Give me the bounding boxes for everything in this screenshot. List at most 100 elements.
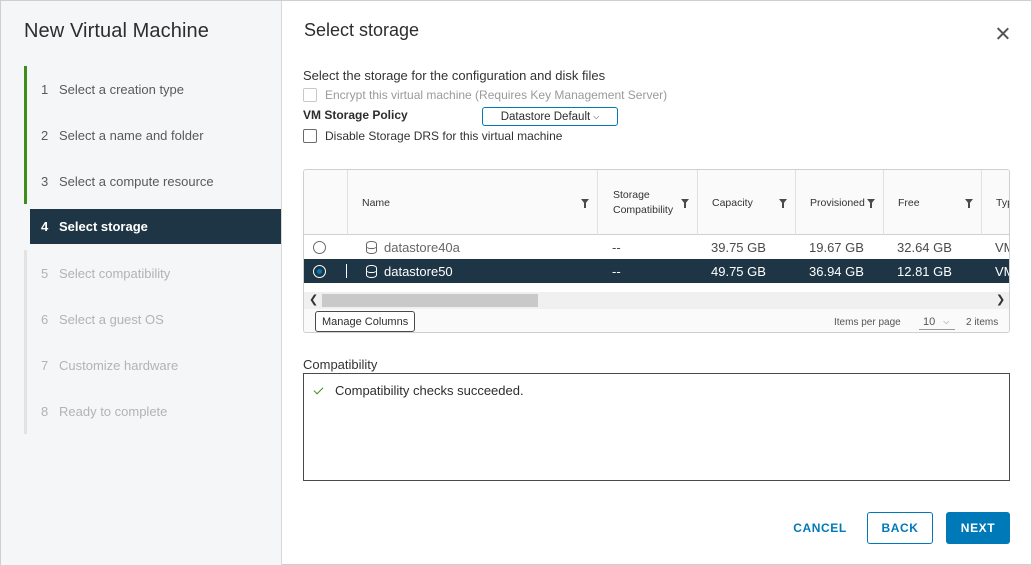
column-header-label: Capacity — [712, 196, 753, 209]
step-compatibility: 5 Select compatibility — [24, 250, 281, 296]
manage-columns-button[interactable]: Manage Columns — [315, 311, 416, 332]
table-header: Name Storage Compatibility Capacity Prov… — [304, 170, 1009, 235]
column-header-label: Name — [362, 196, 391, 209]
items-per-page-label: Items per page — [834, 317, 901, 328]
compatibility-message: Compatibility checks succeeded. — [313, 383, 524, 398]
compat-cell: -- — [612, 263, 621, 279]
column-header-label: Storage — [613, 188, 650, 201]
step-compute-resource[interactable]: 3 Select a compute resource — [24, 158, 281, 204]
datastore-icon — [366, 264, 377, 278]
step-creation-type[interactable]: 1 Select a creation type — [24, 66, 281, 112]
step-ready-to-complete: 8 Ready to complete — [24, 388, 281, 434]
encrypt-vm-checkbox — [303, 88, 317, 102]
cell-divider — [346, 264, 347, 278]
encrypt-vm-label: Encrypt this virtual machine (Requires K… — [325, 88, 668, 102]
row-radio-cell[interactable] — [313, 259, 326, 283]
step-number: 7 — [41, 357, 49, 373]
free-cell: 32.64 GB — [897, 239, 952, 255]
new-vm-dialog: New Virtual Machine 1 Select a creation … — [0, 0, 1032, 565]
column-header-provisioned[interactable]: Provisioned — [795, 170, 883, 235]
provisioned-cell: 36.94 GB — [809, 263, 864, 279]
filter-icon[interactable] — [867, 199, 875, 208]
table-row[interactable]: datastore40a -- 39.75 GB 19.67 GB 32.64 … — [304, 235, 1009, 259]
vm-storage-policy-label: VM Storage Policy — [303, 108, 408, 122]
filter-icon[interactable] — [681, 199, 689, 208]
step-label: Select a creation type — [59, 81, 185, 97]
column-header-name[interactable]: Name — [347, 170, 597, 235]
step-label: Select compatibility — [59, 265, 171, 281]
row-radio[interactable] — [313, 240, 326, 254]
column-header-label: Free — [898, 196, 920, 209]
datastore-name-cell: datastore50 — [366, 259, 453, 283]
step-number: 8 — [41, 403, 49, 419]
step-number: 1 — [41, 81, 49, 97]
scroll-left-icon[interactable]: ❮ — [309, 293, 318, 306]
column-header-free[interactable]: Free — [883, 170, 981, 235]
select-column-header — [304, 170, 347, 235]
items-per-page-value: 10 — [923, 315, 936, 328]
disable-drs-label: Disable Storage DRS for this virtual mac… — [325, 129, 563, 143]
step-name-folder[interactable]: 2 Select a name and folder — [24, 112, 281, 158]
item-count: 2 items — [966, 317, 999, 328]
filter-icon[interactable] — [965, 199, 973, 208]
disable-drs-option[interactable]: Disable Storage DRS for this virtual mac… — [303, 129, 562, 143]
filter-icon[interactable] — [581, 199, 589, 208]
step-label: Select a name and folder — [59, 127, 204, 143]
compatibility-box: Compatibility checks succeeded. — [303, 373, 1010, 481]
encrypt-vm-option: Encrypt this virtual machine (Requires K… — [303, 88, 667, 102]
row-radio-cell[interactable] — [313, 235, 326, 259]
step-customize-hardware: 7 Customize hardware — [24, 342, 281, 388]
column-header-label: Typ — [996, 196, 1009, 209]
next-button[interactable]: NEXT — [946, 512, 1010, 544]
table-row-selected[interactable]: datastore50 -- 49.75 GB 36.94 GB 12.81 G… — [304, 259, 1009, 283]
datastore-icon — [366, 240, 377, 254]
step-select-storage[interactable]: 4 Select storage — [30, 209, 281, 244]
vm-storage-policy-select[interactable]: Datastore Default ⌵ — [482, 107, 618, 126]
step-number: 5 — [41, 265, 49, 281]
step-number: 4 — [41, 219, 49, 234]
scrollbar-thumb[interactable] — [322, 294, 538, 307]
filter-icon[interactable] — [779, 199, 787, 208]
type-cell: VM — [995, 239, 1009, 255]
chevron-down-icon: ⌵ — [943, 316, 950, 326]
check-icon — [313, 384, 324, 394]
column-header-label: Compatibility — [613, 203, 674, 216]
datastore-name-cell: datastore40a — [366, 235, 460, 259]
scroll-right-icon[interactable]: ❯ — [996, 293, 1005, 306]
close-icon[interactable] — [994, 25, 1012, 43]
items-per-page-select[interactable]: 10 ⌵ — [919, 314, 955, 330]
capacity-cell: 49.75 GB — [711, 263, 766, 279]
table-footer: Manage Columns Items per page 10 ⌵ 2 ite… — [304, 309, 1009, 332]
policy-value: Datastore Default — [500, 110, 591, 123]
step-label: Select a compute resource — [59, 173, 214, 189]
provisioned-cell: 19.67 GB — [809, 239, 864, 255]
row-radio-selected[interactable] — [313, 264, 326, 278]
wizard-title: New Virtual Machine — [24, 20, 209, 42]
step-label: Customize hardware — [59, 357, 179, 373]
capacity-cell: 39.75 GB — [711, 239, 766, 255]
step-label: Select storage — [59, 219, 148, 234]
wizard-sidebar: New Virtual Machine 1 Select a creation … — [1, 1, 282, 565]
step-number: 3 — [41, 173, 49, 189]
step-label: Ready to complete — [59, 403, 168, 419]
cancel-button[interactable]: CANCEL — [784, 512, 856, 544]
back-button[interactable]: BACK — [867, 512, 933, 544]
disable-drs-checkbox[interactable] — [303, 129, 317, 143]
column-header-label: Provisioned — [810, 196, 865, 209]
datastore-table: Name Storage Compatibility Capacity Prov… — [303, 169, 1010, 333]
horizontal-scrollbar[interactable]: ❮ ❯ — [304, 292, 1009, 309]
step-number: 2 — [41, 127, 49, 143]
page-title: Select storage — [304, 20, 420, 40]
step-label: Select a guest OS — [59, 311, 164, 327]
compat-cell: -- — [612, 239, 621, 255]
wizard-steps: 1 Select a creation type 2 Select a name… — [24, 66, 281, 434]
type-cell: VM — [995, 263, 1009, 279]
step-guest-os: 6 Select a guest OS — [24, 296, 281, 342]
compatibility-message-text: Compatibility checks succeeded. — [335, 383, 524, 398]
step-number: 6 — [41, 311, 49, 327]
compatibility-label: Compatibility — [303, 357, 378, 372]
column-header-storage-compatibility[interactable]: Storage Compatibility — [597, 170, 697, 235]
column-header-type[interactable]: Typ — [981, 170, 1009, 235]
column-header-capacity[interactable]: Capacity — [697, 170, 795, 235]
instruction-text: Select the storage for the configuration… — [303, 68, 606, 83]
